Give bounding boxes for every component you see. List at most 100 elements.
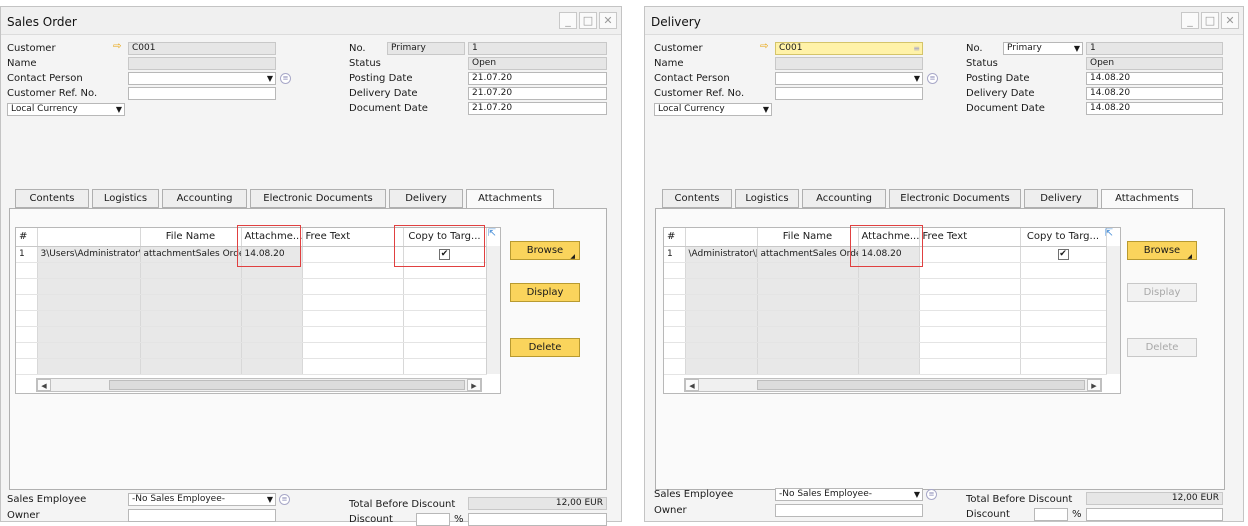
customer-field[interactable]: C001 ≡ — [775, 42, 923, 55]
col-header-free-text[interactable]: Free Text — [302, 228, 404, 247]
path-cell[interactable]: 3\Users\Administrator\[ — [37, 246, 141, 263]
owner-field[interactable] — [775, 504, 923, 517]
discount-amount-field[interactable] — [1086, 508, 1223, 521]
table-row[interactable] — [664, 358, 1107, 375]
list-icon[interactable]: ≡ — [913, 43, 920, 54]
free-text-cell[interactable] — [302, 246, 404, 263]
discount-amount-field[interactable] — [468, 513, 607, 526]
link-arrow-icon[interactable]: ⇨ — [113, 41, 121, 52]
tab-logistics[interactable]: Logistics — [735, 189, 799, 208]
contact-person-select[interactable]: ▼ — [775, 72, 923, 85]
customer-field[interactable]: C001 — [128, 42, 276, 55]
table-row[interactable] — [664, 326, 1107, 343]
free-text-cell[interactable] — [919, 246, 1021, 263]
expand-icon[interactable]: ⇱ — [1103, 228, 1115, 240]
browse-button[interactable]: Browse ◢ — [1127, 241, 1197, 260]
expand-icon[interactable]: ⇱ — [486, 228, 498, 240]
currency-select[interactable]: Local Currency ▼ — [7, 103, 125, 116]
scroll-thumb[interactable] — [757, 380, 1085, 390]
maximize-button[interactable]: □ — [579, 12, 597, 29]
series-select[interactable]: Primary ▼ — [1003, 42, 1083, 55]
posting-date-field[interactable]: 21.07.20 — [468, 72, 607, 85]
horizontal-scrollbar[interactable]: ◀ ▶ — [684, 378, 1102, 392]
minimize-button[interactable]: _ — [1181, 12, 1199, 29]
info-icon[interactable]: ≡ — [926, 489, 937, 500]
close-button[interactable]: ✕ — [599, 12, 617, 29]
sales-employee-select[interactable]: -No Sales Employee- ▼ — [128, 493, 276, 506]
title-bar[interactable]: Sales Order _ □ ✕ — [1, 7, 621, 35]
doc-number-field[interactable]: 1 — [468, 42, 607, 55]
discount-percent-field[interactable] — [1034, 508, 1068, 521]
col-header-file-name[interactable]: File Name — [140, 228, 242, 247]
table-row[interactable] — [664, 342, 1107, 359]
delete-button[interactable]: Delete — [1127, 338, 1197, 357]
path-cell[interactable]: \Administrator\[ — [685, 246, 758, 263]
scroll-right-icon[interactable]: ▶ — [1087, 379, 1101, 391]
table-row[interactable] — [16, 278, 487, 295]
col-header-file-name[interactable]: File Name — [757, 228, 859, 247]
contact-person-select[interactable]: ▼ — [128, 72, 276, 85]
table-row[interactable] — [664, 310, 1107, 327]
document-date-field[interactable]: 14.08.20 — [1086, 102, 1223, 115]
link-arrow-icon[interactable]: ⇨ — [760, 41, 768, 52]
scroll-thumb[interactable] — [109, 380, 465, 390]
delete-button[interactable]: Delete — [510, 338, 580, 357]
tab-accounting[interactable]: Accounting — [162, 189, 247, 208]
tab-electronic-documents[interactable]: Electronic Documents — [250, 189, 386, 208]
title-bar[interactable]: Delivery _ □ ✕ — [645, 7, 1243, 35]
tab-attachments[interactable]: Attachments — [1101, 189, 1193, 210]
table-row[interactable] — [16, 294, 487, 311]
vertical-scrollbar[interactable] — [1106, 246, 1120, 374]
info-icon[interactable]: ≡ — [280, 73, 291, 84]
table-row[interactable] — [664, 294, 1107, 311]
scroll-left-icon[interactable]: ◀ — [37, 379, 51, 391]
tab-electronic-documents[interactable]: Electronic Documents — [889, 189, 1021, 208]
name-field[interactable] — [128, 57, 276, 70]
tab-contents[interactable]: Contents — [15, 189, 89, 208]
table-row[interactable] — [16, 326, 487, 343]
posting-date-field[interactable]: 14.08.20 — [1086, 72, 1223, 85]
customer-ref-field[interactable] — [128, 87, 276, 100]
doc-number-field[interactable]: 1 — [1086, 42, 1223, 55]
display-button[interactable]: Display — [510, 283, 580, 302]
col-header-free-text[interactable]: Free Text — [919, 228, 1021, 247]
copy-to-target-checkbox[interactable]: ✔ — [1057, 248, 1069, 260]
browse-button[interactable]: Browse ◢ — [510, 241, 580, 260]
col-header-path[interactable] — [685, 228, 758, 247]
table-row[interactable] — [664, 278, 1107, 295]
scroll-right-icon[interactable]: ▶ — [467, 379, 481, 391]
tab-contents[interactable]: Contents — [662, 189, 732, 208]
currency-select[interactable]: Local Currency ▼ — [654, 103, 772, 116]
sales-employee-select[interactable]: -No Sales Employee- ▼ — [775, 488, 923, 501]
tab-accounting[interactable]: Accounting — [802, 189, 886, 208]
info-icon[interactable]: ≡ — [279, 494, 290, 505]
maximize-button[interactable]: □ — [1201, 12, 1219, 29]
file-name-cell[interactable]: attachmentSales Orde — [757, 246, 859, 263]
scroll-left-icon[interactable]: ◀ — [685, 379, 699, 391]
series-field[interactable]: Primary — [387, 42, 465, 55]
table-row[interactable] — [16, 310, 487, 327]
name-field[interactable] — [775, 57, 923, 70]
tab-delivery[interactable]: Delivery — [389, 189, 463, 208]
customer-ref-field[interactable] — [775, 87, 923, 100]
delivery-date-field[interactable]: 21.07.20 — [468, 87, 607, 100]
horizontal-scrollbar[interactable]: ◀ ▶ — [36, 378, 482, 392]
col-header-path[interactable] — [37, 228, 141, 247]
info-icon[interactable]: ≡ — [927, 73, 938, 84]
col-header-num[interactable]: # — [16, 228, 38, 247]
document-date-field[interactable]: 21.07.20 — [468, 102, 607, 115]
tab-logistics[interactable]: Logistics — [92, 189, 159, 208]
status-field[interactable]: Open — [468, 57, 607, 70]
owner-field[interactable] — [128, 509, 276, 522]
copy-to-target-cell[interactable]: ✔ — [1020, 246, 1107, 263]
discount-percent-field[interactable] — [416, 513, 450, 526]
display-button[interactable]: Display — [1127, 283, 1197, 302]
table-row[interactable] — [16, 358, 487, 375]
tab-delivery[interactable]: Delivery — [1024, 189, 1098, 208]
col-header-num[interactable]: # — [664, 228, 686, 247]
file-name-cell[interactable]: attachmentSales Orde — [140, 246, 242, 263]
status-field[interactable]: Open — [1086, 57, 1223, 70]
delivery-date-field[interactable]: 14.08.20 — [1086, 87, 1223, 100]
table-row[interactable] — [16, 342, 487, 359]
close-button[interactable]: ✕ — [1221, 12, 1239, 29]
